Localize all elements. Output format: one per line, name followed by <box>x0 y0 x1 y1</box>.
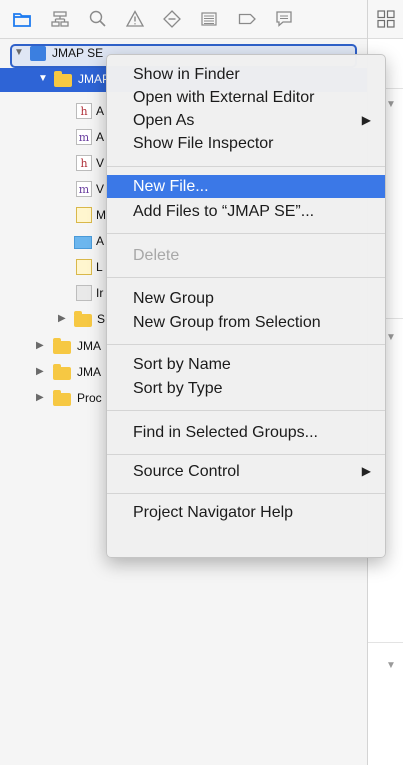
menu-item-label: New Group from Selection <box>133 314 321 331</box>
tree-folder-label: JMA <box>77 339 101 353</box>
menu-item-label: New Group <box>133 290 214 307</box>
menu-item-new-group[interactable]: New Group <box>107 287 385 310</box>
related-items-grid-icon[interactable] <box>377 10 395 28</box>
tree-folder-label: S <box>97 312 106 326</box>
folder-icon[interactable] <box>12 9 32 29</box>
xcode-project-icon <box>30 46 46 61</box>
header-file-icon: h <box>76 155 92 171</box>
disclosure-closed-icon[interactable]: ▶ <box>36 392 44 403</box>
tree-file-row[interactable]: m V <box>0 178 106 202</box>
disclosure-closed-icon[interactable]: ▶ <box>36 366 44 377</box>
menu-item-show-in-finder[interactable]: Show in Finder <box>107 63 385 86</box>
menu-separator <box>107 233 385 234</box>
menu-item-label: Find in Selected Groups... <box>133 424 318 441</box>
tree-folder-label: Proc <box>77 391 102 405</box>
menu-item-label: Sort by Name <box>133 356 231 373</box>
tree-folder-row[interactable]: ▶ S <box>0 308 106 332</box>
menu-separator <box>107 166 385 167</box>
tree-folder-row[interactable]: ▶ Proc <box>0 387 106 411</box>
collapse-triangle-icon[interactable]: ▼ <box>386 332 396 343</box>
submenu-arrow-icon: ▶ <box>361 113 371 127</box>
menu-item-label: Add Files to “JMAP SE”... <box>133 203 315 220</box>
menu-item-label: Project Navigator Help <box>133 504 294 521</box>
tree-file-row[interactable]: h A <box>0 100 106 124</box>
folder-icon <box>53 364 71 383</box>
submenu-arrow-icon: ▶ <box>361 464 371 478</box>
tree-file-label: L <box>96 260 103 274</box>
tree-file-row[interactable]: L <box>0 256 106 280</box>
tree-file-label: A <box>96 104 105 118</box>
menu-item-add-files[interactable]: Add Files to “JMAP SE”... <box>107 200 385 223</box>
folder-icon <box>54 71 72 90</box>
asset-catalog-icon <box>74 236 92 249</box>
menu-item-sort-by-name[interactable]: Sort by Name <box>107 353 385 376</box>
menu-item-label: Open with External Editor <box>133 89 315 106</box>
menu-item-label: Sort by Type <box>133 380 223 397</box>
disclosure-open-icon[interactable]: ▼ <box>38 73 48 84</box>
hierarchy-icon[interactable] <box>50 9 70 29</box>
menu-item-label: Delete <box>133 247 180 264</box>
editor-divider <box>368 642 403 643</box>
test-diamond-icon[interactable] <box>162 9 182 29</box>
tree-file-label: V <box>96 182 105 196</box>
menu-item-new-file[interactable]: New File... <box>107 175 385 198</box>
plist-file-icon <box>76 285 92 301</box>
header-file-icon: h <box>76 103 92 119</box>
tree-file-label: A <box>96 130 105 144</box>
menu-item-label: Show File Inspector <box>133 135 274 152</box>
search-icon[interactable] <box>88 9 108 29</box>
disclosure-closed-icon[interactable]: ▶ <box>36 340 44 351</box>
menu-item-label: Open As <box>133 112 195 129</box>
menu-item-find-in-selected-groups[interactable]: Find in Selected Groups... <box>107 421 385 444</box>
menu-item-label: Show in Finder <box>133 66 240 83</box>
storyboard-file-icon <box>76 259 92 275</box>
tree-folder-row[interactable]: ▶ JMA <box>0 335 106 359</box>
menu-item-sort-by-type[interactable]: Sort by Type <box>107 377 385 400</box>
tree-file-label: V <box>96 156 105 170</box>
breakpoint-icon[interactable] <box>237 9 257 29</box>
folder-icon <box>53 338 71 357</box>
menu-item-delete: Delete <box>107 244 385 267</box>
menu-item-label: New File... <box>133 178 209 195</box>
tree-folder-row[interactable]: ▶ JMA <box>0 361 106 385</box>
comment-icon[interactable] <box>274 9 294 29</box>
implementation-file-icon: m <box>76 181 92 197</box>
project-root-label: JMAP SE <box>52 46 104 60</box>
tree-file-label: A <box>96 234 105 248</box>
tree-file-row[interactable]: h V <box>0 152 106 176</box>
folder-icon <box>53 390 71 409</box>
menu-item-label: Source Control <box>133 463 240 480</box>
tree-file-row[interactable]: M <box>0 204 106 228</box>
menu-separator <box>107 410 385 411</box>
disclosure-closed-icon[interactable]: ▶ <box>58 313 66 324</box>
menu-item-new-group-from-selection[interactable]: New Group from Selection <box>107 311 385 334</box>
collapse-triangle-icon[interactable]: ▼ <box>386 99 396 110</box>
navigator-toolbar <box>0 0 367 39</box>
menu-separator <box>107 493 385 494</box>
tree-file-row[interactable]: Ir <box>0 282 106 306</box>
collapse-triangle-icon[interactable]: ▼ <box>386 660 396 671</box>
context-menu: Show in Finder Open with External Editor… <box>106 54 386 558</box>
menu-item-open-with-external-editor[interactable]: Open with External Editor <box>107 86 385 109</box>
menu-separator <box>107 344 385 345</box>
list-icon[interactable] <box>199 9 219 29</box>
warning-icon[interactable] <box>125 9 145 29</box>
menu-item-project-navigator-help[interactable]: Project Navigator Help <box>107 501 385 524</box>
tree-file-label: Ir <box>96 286 104 300</box>
menu-item-open-as[interactable]: Open As ▶ <box>107 109 385 132</box>
menu-item-show-file-inspector[interactable]: Show File Inspector <box>107 132 385 155</box>
folder-icon <box>74 311 92 330</box>
tree-file-row[interactable]: m A <box>0 126 106 150</box>
menu-separator <box>107 277 385 278</box>
menu-separator <box>107 454 385 455</box>
storyboard-file-icon <box>76 207 92 223</box>
tree-file-label: M <box>96 208 106 222</box>
implementation-file-icon: m <box>76 129 92 145</box>
tree-folder-label: JMA <box>77 365 101 379</box>
menu-item-source-control[interactable]: Source Control ▶ <box>107 460 385 483</box>
disclosure-open-icon[interactable]: ▼ <box>14 47 24 58</box>
tree-file-row[interactable]: A <box>0 230 106 254</box>
editor-toolbar <box>368 0 403 39</box>
